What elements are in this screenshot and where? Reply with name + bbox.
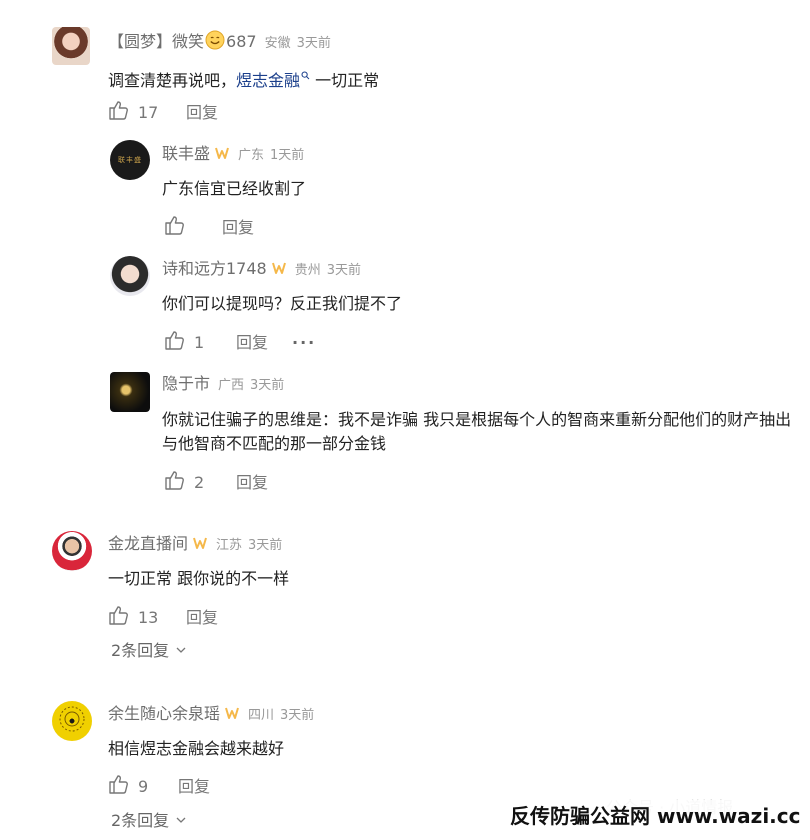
location: 安徽 [264,36,291,51]
comment-actions: 1 回复 ··· [164,329,316,357]
reply-button[interactable]: 回复 [186,607,218,629]
location: 四川 [248,708,275,723]
avatar[interactable] [52,531,92,571]
timestamp: 3天前 [326,263,362,278]
reply-button[interactable]: 回复 [186,102,218,124]
like-count: 9 [138,777,149,796]
comment-text-part: 调查清楚再说吧， [108,71,237,90]
verified-badge-icon [224,705,240,726]
like-button[interactable]: 9 [108,773,174,801]
expand-replies-label: 2条回复 [111,811,170,830]
seal-pattern-icon [57,704,87,738]
username[interactable]: 隐于市 [162,374,210,393]
like-count: 17 [138,103,159,122]
like-button[interactable]: 13 [108,604,182,632]
expand-replies-button[interactable]: 2条回复 [111,808,186,832]
username[interactable]: 【圆梦】微笑 [108,32,204,51]
verified-badge-icon [192,535,208,556]
reply-button[interactable]: 回复 [236,332,268,354]
comment-meta: 金龙直播间 江苏 3天前 [108,534,282,556]
verified-badge-icon [271,260,287,281]
comment-meta: 余生随心余泉瑶 四川 3天前 [108,704,314,726]
timestamp: 3天前 [250,378,285,393]
comment-text: 你们可以提现吗？反正我们提不了 [162,294,403,313]
timestamp: 3天前 [280,708,315,723]
like-count: 13 [138,608,159,627]
thumbs-up-icon [164,329,186,357]
chevron-down-icon [176,808,186,830]
reply-button[interactable]: 回复 [178,776,210,798]
comment-actions: 2 回复 [164,469,268,497]
reply-button[interactable]: 回复 [236,472,268,494]
expand-replies-label: 2条回复 [111,641,170,660]
avatar[interactable] [52,27,90,65]
timestamp: 3天前 [296,36,331,51]
like-button[interactable]: 2 [164,469,232,497]
thumbs-up-icon [108,773,130,801]
username[interactable]: 余生随心余泉瑶 [108,704,220,723]
comment-text: 广东信宜已经收割了 [162,179,307,198]
comment-actions: 17 回复 [108,99,218,127]
like-count: 1 [194,333,205,352]
thumbs-up-icon [108,99,130,127]
comment-meta: 诗和远方1748 贵州 3天前 [162,259,361,281]
comment-meta: 联丰盛 广东 1天前 [162,144,304,166]
comment-actions: 13 回复 [108,604,218,632]
location: 广西 [218,378,245,393]
avatar[interactable]: 联丰盛 [110,140,150,180]
avatar[interactable] [110,372,150,412]
username-suffix: 687 [226,32,257,51]
logo-mark: 联丰盛 [118,156,142,164]
comment-text: 调查清楚再说吧，煜志金融 一切正常 [108,63,379,93]
expand-replies-button[interactable]: 2条回复 [111,638,186,662]
username[interactable]: 联丰盛 [162,144,210,163]
username[interactable]: 金龙直播间 [108,534,188,553]
like-button[interactable] [164,214,218,242]
timestamp: 1天前 [270,148,305,163]
smile-icon [205,30,225,55]
comment-text: 相信煜志金融会越来越好 [108,739,285,758]
search-icon[interactable] [301,63,310,87]
more-options-button[interactable]: ··· [292,332,316,354]
thumbs-up-icon [108,604,130,632]
verified-badge-icon [214,145,230,166]
chevron-down-icon [176,638,186,660]
comment-text-part: 一切正常 [310,71,380,90]
reply-button[interactable]: 回复 [222,217,254,239]
like-button[interactable]: 17 [108,99,182,127]
location: 贵州 [294,263,321,278]
comment-text: 一切正常 跟你说的不一样 [108,569,290,588]
avatar[interactable] [52,701,92,741]
comment-meta: 【圆梦】微笑 687 安徽 3天前 [108,30,331,55]
thumbs-up-icon [164,214,186,242]
comment-meta: 隐于市 广西 3天前 [162,374,284,396]
like-count: 2 [194,473,205,492]
comment-actions: 9 回复 [108,773,210,801]
username[interactable]: 诗和远方1748 [162,259,267,278]
like-button[interactable]: 1 [164,329,232,357]
location: 广东 [238,148,265,163]
location: 江苏 [216,538,243,553]
watermark: 反传防骗公益网 www.wazi.cc [506,800,805,829]
comment-text: 你就记住骗子的思维是：我不是诈骗 我只是根据每个人的智商来重新分配他们的财产抽出… [162,410,792,453]
timestamp: 3天前 [248,538,283,553]
avatar[interactable] [110,256,150,296]
keyword-link[interactable]: 煜志金融 [236,71,300,90]
thumbs-up-icon [164,469,186,497]
comment-actions: 回复 [164,214,254,242]
